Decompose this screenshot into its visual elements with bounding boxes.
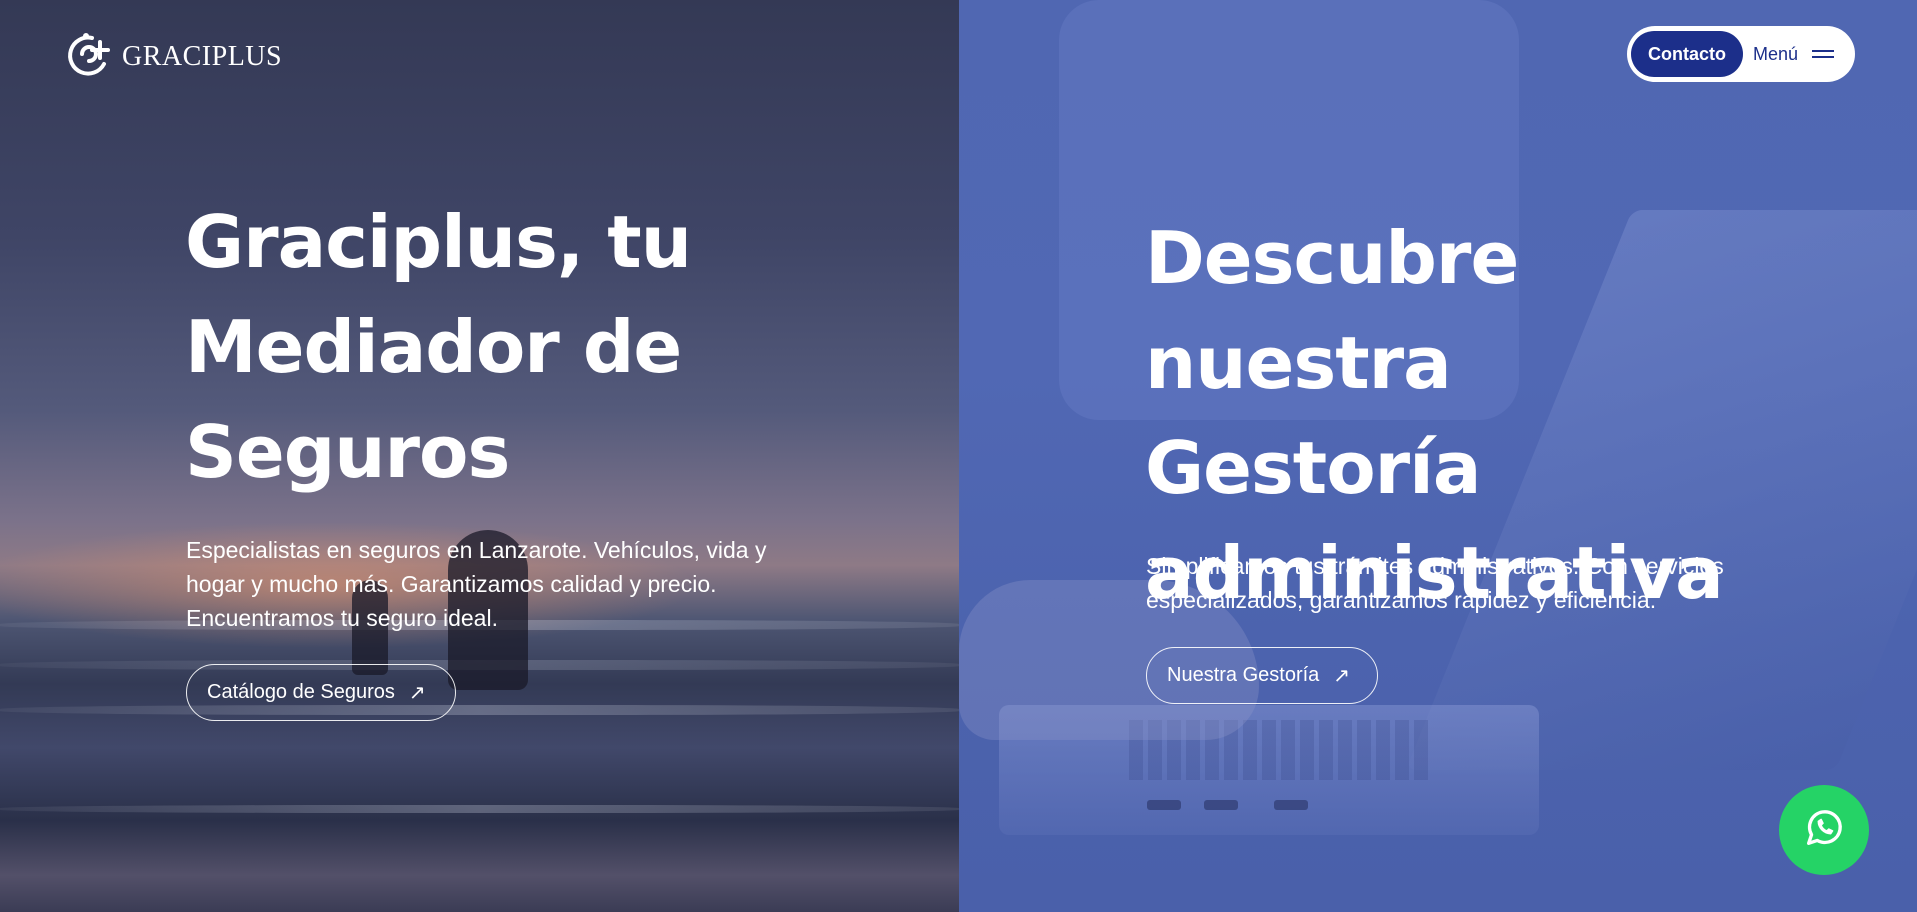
title-line: Gestoría [1145,426,1481,510]
wave-decor [0,805,959,813]
gestoria-hero-description: Simplificamos tus trámites administrativ… [1146,553,1724,613]
arrow-up-right-icon: ↗ [408,682,426,704]
title-line: Graciplus, tu [185,200,692,284]
brand-name: GRACIPLUS [122,40,283,72]
contact-button[interactable]: Contacto [1631,31,1743,77]
wave-decor [0,705,959,715]
hamburger-icon [1812,46,1835,62]
site-logo[interactable]: GRACIPLUS [62,28,282,85]
title-line: Mediador de [185,305,682,389]
cta-label: Nuestra Gestoría [1167,664,1320,686]
insurance-hero-description: Especialistas en seguros en Lanzarote. V… [186,537,767,631]
graciplus-logo-icon [62,28,114,85]
title-line: Descubre nuestra [1145,216,1519,405]
insurance-hero-title: Graciplus, tu Mediador de Seguros [185,190,785,505]
menu-label: Menú [1753,43,1799,64]
cta-label: Catálogo de Seguros [207,681,395,703]
header-nav: Contacto Menú [1627,26,1855,82]
menu-button[interactable]: Menú [1753,43,1835,65]
port-decor [1274,800,1308,810]
whatsapp-button[interactable] [1779,785,1869,875]
insurance-catalog-button[interactable]: Catálogo de Seguros ↗ [186,664,456,721]
port-decor [1147,800,1181,810]
port-decor [1204,800,1238,810]
whatsapp-icon [1801,805,1847,856]
title-line: Seguros [185,410,510,494]
arrow-up-right-icon: ↗ [1333,665,1351,687]
gestoria-button[interactable]: Nuestra Gestoría ↗ [1146,647,1378,704]
